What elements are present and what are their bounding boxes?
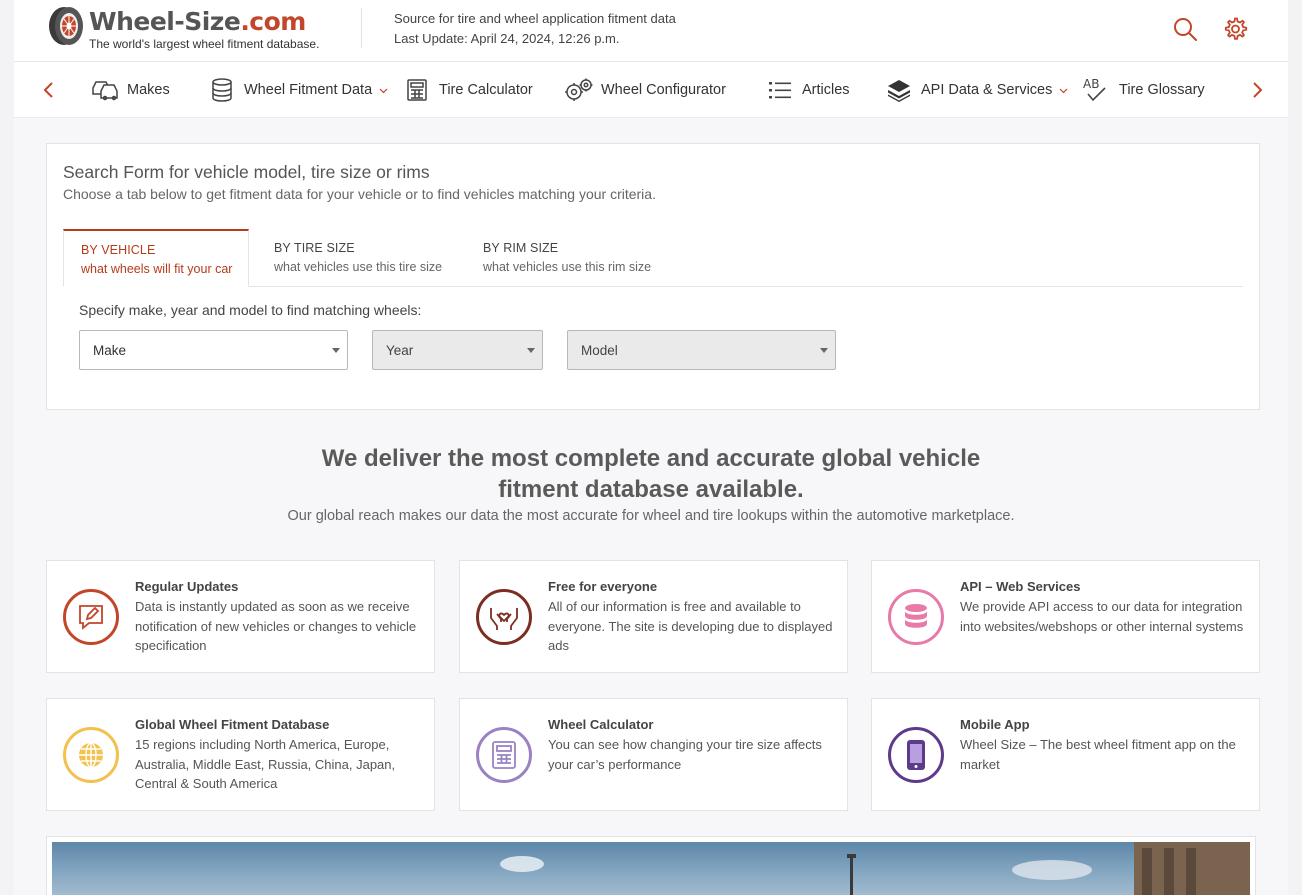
nav-item-articles[interactable]: Articles [765,62,850,118]
hands-heart-icon [476,589,532,645]
tab-by-tire-size[interactable]: BY TIRE SIZE what vehicles use this tire… [257,229,458,287]
feature-card-api: API – Web Services We provide API access… [871,560,1260,673]
caret-down-icon [820,348,828,353]
main-nav: Makes Wheel Fitment Data Tire Calculator… [14,62,1288,118]
feature-desc: We provide API access to our data for in… [960,599,1244,634]
hero-title: We deliver the most complete and accurat… [321,445,981,503]
calculator-icon [476,727,532,783]
nav-item-wheel-configurator[interactable]: Wheel Configurator [564,62,726,118]
chevron-down-icon [379,88,388,93]
nav-item-wheel-fitment-data[interactable]: Wheel Fitment Data [207,62,388,118]
list-icon [765,77,795,103]
nav-label: Tire Calculator [439,82,533,98]
page: Wheel-Size.com The world's largest wheel… [14,0,1288,895]
feature-desc: Data is instantly updated as soon as we … [135,599,417,653]
source-text: Source for tire and wheel application fi… [394,11,676,26]
nav-label: Tire Glossary [1119,82,1205,98]
chevron-down-icon [1059,88,1068,93]
search-form-subtitle: Choose a tab below to get fitment data f… [63,186,656,202]
caret-down-icon [527,348,535,353]
tab-by-vehicle[interactable]: BY VEHICLE what wheels will fit your car [63,229,250,287]
feature-desc: All of our information is free and avail… [548,599,833,653]
feature-card-mobile-app: Mobile App Wheel Size – The best wheel f… [871,698,1260,811]
nav-item-tire-glossary[interactable]: AB Tire Glossary [1082,62,1205,118]
promo-banner [46,836,1256,895]
edit-message-icon [63,589,119,645]
feature-title: Global Wheel Fitment Database [135,717,330,732]
feature-title: Free for everyone [548,579,658,594]
last-update-text: Last Update: April 24, 2024, 12:26 p.m. [394,31,620,46]
feature-card-wheel-calculator: Wheel Calculator You can see how changin… [459,698,848,811]
site-logo[interactable]: Wheel-Size.com The world's largest wheel… [48,6,348,51]
nav-item-tire-calculator[interactable]: Tire Calculator [402,62,533,118]
tab-label: BY VEHICLE [81,243,156,257]
globe-icon [63,727,119,783]
feature-card-global-database: Global Wheel Fitment Database 15 regions… [46,698,435,811]
feature-desc: 15 regions including North America, Euro… [135,737,396,791]
tab-label: BY RIM SIZE [483,241,559,255]
feature-title: Mobile App [960,717,1030,732]
caret-down-icon [332,348,340,353]
ab-check-icon: AB [1082,77,1112,103]
cars-icon [90,77,120,103]
search-instruction: Specify make, year and model to find mat… [79,302,422,318]
tire-logo-icon [49,7,83,45]
feature-card-regular-updates: Regular Updates Data is instantly update… [46,560,435,673]
logo-title: Wheel-Size.com [89,7,306,36]
tab-sublabel: what vehicles use this rim size [483,260,652,274]
select-value: Make [93,342,127,358]
nav-item-makes[interactable]: Makes [90,62,170,118]
layers-icon [884,77,914,103]
database-icon [207,77,237,103]
select-value: Year [386,342,414,358]
database-icon [888,589,944,645]
tab-by-rim-size[interactable]: BY RIM SIZE what vehicles use this rim s… [466,229,667,287]
search-form-card: Search Form for vehicle model, tire size… [46,143,1260,410]
svg-text:AB: AB [1083,77,1099,91]
site-header: Wheel-Size.com The world's largest wheel… [14,0,1288,62]
nav-label: API Data & Services [921,82,1053,98]
feature-title: Regular Updates [135,579,239,594]
nav-label: Wheel Fitment Data [244,82,373,98]
tab-sublabel: what vehicles use this tire size [274,260,443,274]
model-select[interactable]: Model [567,330,836,370]
feature-title: API – Web Services [960,579,1081,594]
smartphone-icon [888,727,944,783]
header-divider [361,8,362,48]
feature-desc: You can see how changing your tire size … [548,737,822,772]
search-icon[interactable] [1172,16,1198,42]
nav-next-arrow[interactable] [1246,79,1268,101]
banner-photo [52,842,1250,895]
hero-subtitle: Our global reach makes our data the most… [287,508,1015,524]
nav-label: Wheel Configurator [601,82,726,98]
logo-tagline: The world's largest wheel fitment databa… [89,37,320,51]
select-value: Model [581,342,618,358]
search-form-title: Search Form for vehicle model, tire size… [63,162,430,182]
gears-icon [564,77,594,103]
nav-label: Makes [127,82,170,98]
nav-label: Articles [802,82,850,98]
tab-label: BY TIRE SIZE [274,241,355,255]
nav-prev-arrow[interactable] [38,79,60,101]
calculator-icon [402,77,432,103]
make-select[interactable]: Make [79,330,348,370]
nav-item-api-data-services[interactable]: API Data & Services [884,62,1068,118]
gear-icon[interactable] [1222,16,1248,42]
feature-desc: Wheel Size – The best wheel fitment app … [960,737,1236,772]
feature-card-free: Free for everyone All of our information… [459,560,848,673]
year-select[interactable]: Year [372,330,543,370]
feature-title: Wheel Calculator [548,717,654,732]
tab-sublabel: what wheels will fit your car [81,262,233,276]
